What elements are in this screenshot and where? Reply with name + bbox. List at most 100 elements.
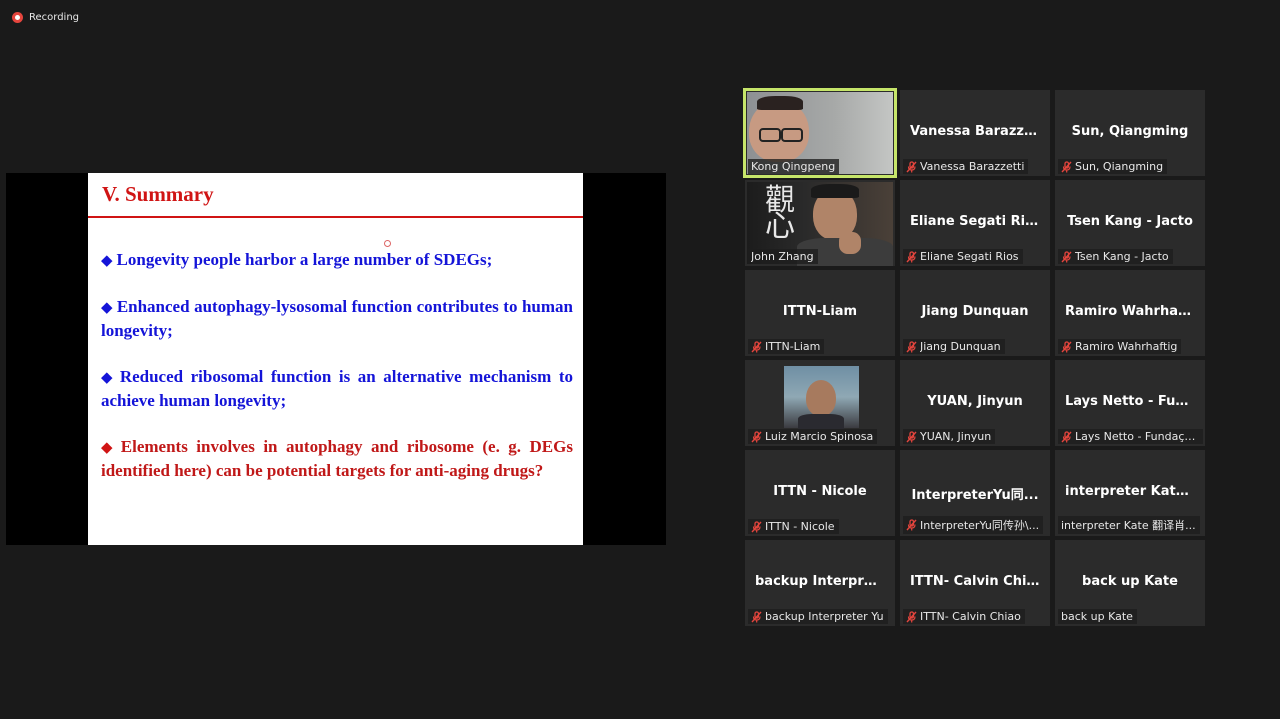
muted-mic-icon	[906, 340, 917, 353]
participant-name-label: Lays Netto - Fundaçã...	[1058, 429, 1203, 444]
slide-bullet-list: ◆ Longevity people harbor a large number …	[101, 248, 573, 505]
participant-name: Kong Qingpeng	[751, 160, 836, 173]
participant-tile[interactable]: interpreter Kate... interpreter Kate 翻译肖.…	[1055, 450, 1205, 536]
participant-tile[interactable]: Eliane Segati Rios Eliane Segati Rios	[900, 180, 1050, 266]
participant-tile[interactable]: InterpreterYu同... InterpreterYu同传孙\...	[900, 450, 1050, 536]
participant-display-name: ITTN - Nicole	[773, 484, 867, 499]
participant-name: InterpreterYu同传孙\...	[920, 519, 1040, 532]
diamond-bullet-icon: ◆	[101, 438, 117, 456]
participant-display-name: YUAN, Jinyun	[927, 394, 1023, 409]
slide-bullet: ◆ Reduced ribosomal function is an altern…	[101, 365, 573, 412]
muted-mic-icon	[751, 340, 762, 353]
participant-name-label: InterpreterYu同传孙\...	[903, 516, 1044, 534]
participant-name-label: ITTN-Liam	[748, 339, 825, 354]
participant-tile[interactable]: Kong Qingpeng	[743, 88, 897, 178]
muted-mic-icon	[906, 519, 917, 531]
participant-tile[interactable]: Ramiro Wahrhaf... Ramiro Wahrhaftig	[1055, 270, 1205, 356]
participant-display-name: ITTN-Liam	[782, 304, 858, 319]
participant-name-label: back up Kate	[1058, 609, 1137, 624]
participant-tile[interactable]: Lays Netto - Fun... Lays Netto - Fundaçã.…	[1055, 360, 1205, 446]
diamond-bullet-icon: ◆	[101, 251, 113, 269]
slide-bullet-text: Reduced ribosomal function is an alterna…	[101, 367, 573, 410]
participant-gallery: Kong Qingpeng Vanessa Barazze... Vanessa B…	[743, 88, 1205, 626]
participant-tile[interactable]: ITTN-Liam ITTN-Liam	[745, 270, 895, 356]
shared-screen: V. Summary ◆ Longevity people harbor a la…	[6, 173, 666, 545]
slide-bullet: ◆ Elements involves in autophagy and ribo…	[101, 435, 573, 482]
muted-mic-icon	[1061, 160, 1072, 173]
participant-tile[interactable]: backup Interpre... backup Interpreter Yu	[745, 540, 895, 626]
participant-display-name: Lays Netto - Fun...	[1065, 394, 1200, 409]
participant-display-name: Eliane Segati Rios	[910, 214, 1042, 229]
participant-name: Eliane Segati Rios	[920, 250, 1019, 263]
presentation-slide: V. Summary ◆ Longevity people harbor a la…	[88, 173, 583, 545]
participant-display-name: Jiang Dunquan	[921, 304, 1029, 319]
participant-name: Vanessa Barazzetti	[920, 160, 1025, 173]
participant-name-label: YUAN, Jinyun	[903, 429, 996, 444]
participant-tile[interactable]: ITTN- Calvin Chi... ITTN- Calvin Chiao	[900, 540, 1050, 626]
participant-name-label: backup Interpreter Yu	[748, 609, 888, 624]
muted-mic-icon	[906, 430, 917, 443]
slide-bullet: ◆ Enhanced autophagy-lysosomal function c…	[101, 295, 573, 342]
participant-name: interpreter Kate 翻译肖...	[1061, 519, 1196, 532]
participant-name-label: John Zhang	[748, 249, 818, 264]
slide-bullet-text: Elements involves in autophagy and ribos…	[101, 437, 573, 480]
participant-display-name: Sun, Qiangming	[1071, 124, 1189, 139]
participant-name-label: ITTN - Nicole	[748, 519, 839, 534]
participant-avatar	[784, 366, 859, 430]
participant-tile[interactable]: Tsen Kang - Jacto Tsen Kang - Jacto	[1055, 180, 1205, 266]
slide-bullet-text: Enhanced autophagy-lysosomal function co…	[101, 297, 573, 340]
participant-name-label: ITTN- Calvin Chiao	[903, 609, 1025, 624]
participant-display-name: interpreter Kate...	[1065, 484, 1200, 499]
participant-name: ITTN - Nicole	[765, 520, 835, 533]
participant-tile[interactable]: Jiang Dunquan Jiang Dunquan	[900, 270, 1050, 356]
participant-name: ITTN-Liam	[765, 340, 821, 353]
muted-mic-icon	[906, 250, 917, 263]
slide-bullet: ◆ Longevity people harbor a large number …	[101, 248, 573, 272]
participant-display-name: ITTN- Calvin Chi...	[910, 574, 1042, 589]
participant-tile[interactable]: Sun, Qiangming Sun, Qiangming	[1055, 90, 1205, 176]
participant-display-name: backup Interpre...	[755, 574, 888, 589]
participant-tile[interactable]: Vanessa Barazze... Vanessa Barazzetti	[900, 90, 1050, 176]
participant-name-label: Kong Qingpeng	[748, 159, 840, 174]
muted-mic-icon	[751, 430, 762, 443]
participant-tile[interactable]: YUAN, Jinyun YUAN, Jinyun	[900, 360, 1050, 446]
participant-name-label: Luiz Marcio Spinosa	[748, 429, 878, 444]
participant-name: YUAN, Jinyun	[920, 430, 992, 443]
muted-mic-icon	[1061, 340, 1072, 353]
participant-display-name: InterpreterYu同...	[911, 488, 1039, 503]
participant-tile[interactable]: back up Kate back up Kate	[1055, 540, 1205, 626]
participant-name-label: Ramiro Wahrhaftig	[1058, 339, 1182, 354]
muted-mic-icon	[751, 610, 762, 623]
participant-name: back up Kate	[1061, 610, 1133, 623]
participant-name: Ramiro Wahrhaftig	[1075, 340, 1178, 353]
participant-display-name: Ramiro Wahrhaf...	[1065, 304, 1198, 319]
participant-tile[interactable]: 觀心 John Zhang	[745, 180, 895, 266]
muted-mic-icon	[751, 520, 762, 533]
record-icon	[12, 12, 23, 23]
muted-mic-icon	[906, 160, 917, 173]
diamond-bullet-icon: ◆	[101, 298, 113, 316]
participant-name: Jiang Dunquan	[920, 340, 1001, 353]
participant-tile[interactable]: ITTN - Nicole ITTN - Nicole	[745, 450, 895, 536]
participant-name: John Zhang	[751, 250, 814, 263]
participant-name-label: interpreter Kate 翻译肖...	[1058, 516, 1200, 534]
pointer-icon	[384, 240, 391, 247]
recording-indicator[interactable]: Recording	[12, 12, 79, 23]
recording-label: Recording	[29, 12, 80, 23]
participant-name-label: Vanessa Barazzetti	[903, 159, 1029, 174]
participant-name: Lays Netto - Fundaçã...	[1075, 430, 1199, 443]
participant-name-label: Eliane Segati Rios	[903, 249, 1023, 264]
participant-name-label: Jiang Dunquan	[903, 339, 1005, 354]
muted-mic-icon	[906, 610, 917, 623]
participant-display-name: Vanessa Barazze...	[910, 124, 1048, 139]
participant-tile[interactable]: Luiz Marcio Spinosa	[745, 360, 895, 446]
participant-name: backup Interpreter Yu	[765, 610, 884, 623]
participant-display-name: back up Kate	[1082, 574, 1178, 589]
participant-name-label: Sun, Qiangming	[1058, 159, 1168, 174]
slide-bullet-text: Longevity people harbor a large number o…	[116, 250, 493, 269]
participant-name: ITTN- Calvin Chiao	[920, 610, 1021, 623]
participant-name: Tsen Kang - Jacto	[1075, 250, 1169, 263]
slide-title: V. Summary	[102, 182, 214, 206]
muted-mic-icon	[1061, 250, 1072, 263]
diamond-bullet-icon: ◆	[101, 368, 116, 386]
